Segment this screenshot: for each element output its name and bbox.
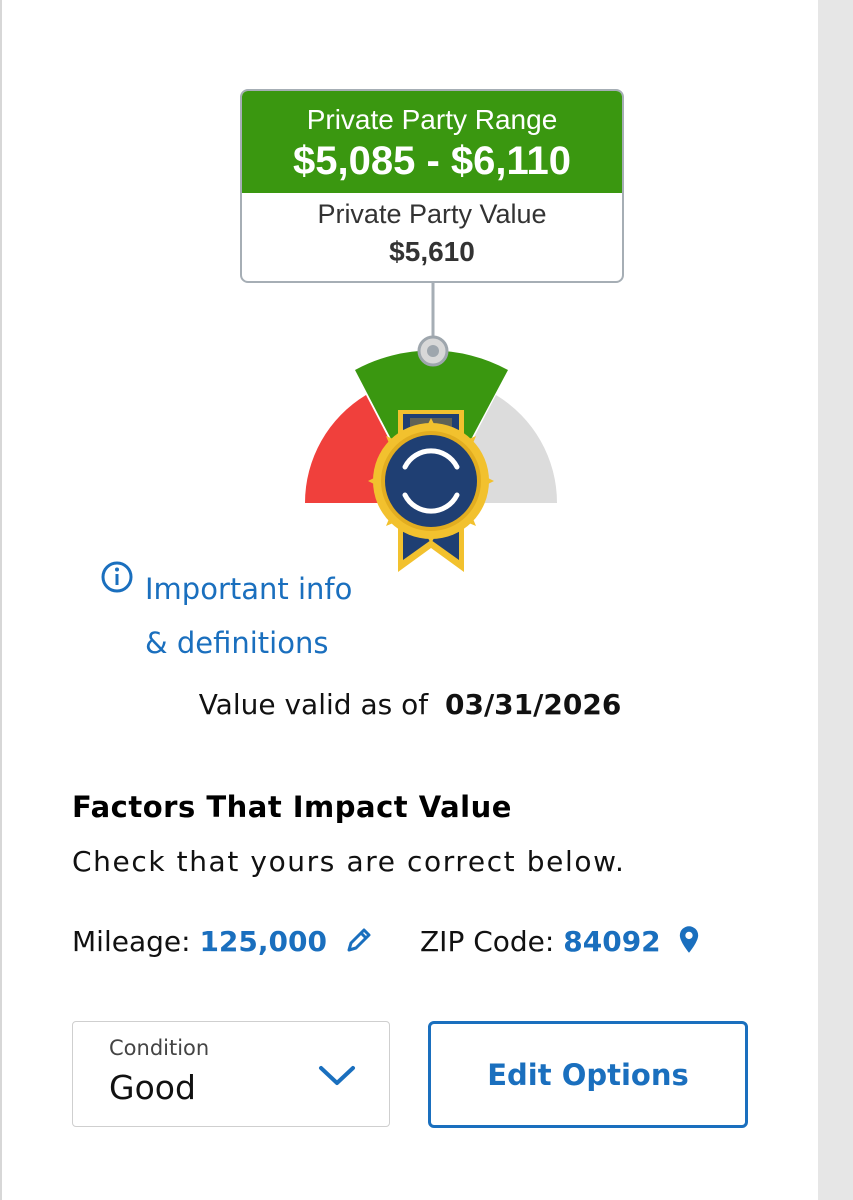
info-link-line1[interactable]: Important info	[145, 562, 405, 616]
mileage-label: Mileage:	[72, 925, 191, 958]
kbb-ribbon-icon	[368, 410, 494, 572]
chevron-down-icon	[319, 1066, 355, 1085]
valid-date: 03/31/2026	[444, 688, 622, 721]
range-label: Private Party Range	[306, 104, 558, 135]
zip-value[interactable]: 84092	[563, 925, 660, 958]
edit-options-button[interactable]: Edit Options	[428, 1021, 748, 1128]
value-amount: $5,610	[389, 236, 475, 267]
location-pin-icon[interactable]	[678, 925, 700, 955]
factors-subtitle: Check that yours are correct below.	[72, 845, 626, 878]
factors-title: Factors That Impact Value	[72, 790, 512, 824]
private-party-range-box: Private Party Range $5,085 - $6,110	[242, 91, 622, 193]
condition-label: Condition	[109, 1036, 210, 1060]
valid-label: Value valid as of	[198, 688, 429, 721]
condition-value: Good	[109, 1068, 196, 1107]
info-icon	[101, 561, 133, 593]
condition-select[interactable]: Condition Good	[72, 1021, 390, 1127]
range-values: $5,085 - $6,110	[292, 139, 572, 183]
info-link-line2[interactable]: & definitions	[145, 616, 405, 670]
zip-label: ZIP Code:	[420, 925, 555, 958]
price-range-card: Private Party Range $5,085 - $6,110 Priv…	[240, 89, 624, 283]
important-info-link[interactable]: Important info & definitions	[100, 560, 400, 660]
value-valid-row: Value valid as of 03/31/2026	[0, 688, 820, 721]
zip-row: ZIP Code: 84092	[420, 925, 700, 965]
important-info-text[interactable]: Important info & definitions	[145, 562, 405, 670]
pencil-icon[interactable]	[344, 925, 374, 955]
mileage-value[interactable]: 125,000	[199, 925, 327, 958]
value-label: Private Party Value	[317, 199, 547, 229]
mileage-row: Mileage: 125,000	[72, 925, 374, 965]
